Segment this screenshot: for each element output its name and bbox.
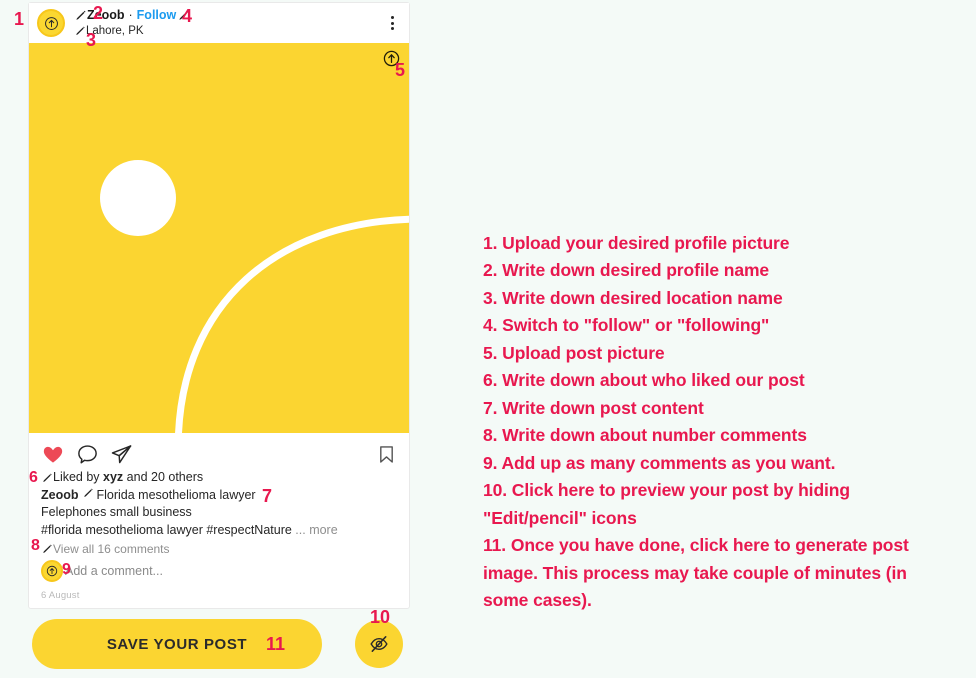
likes-text[interactable]: Liked by xyz and 20 others	[53, 470, 203, 486]
location-name[interactable]: Lahore, PK	[86, 25, 144, 37]
caption-row: Zeoob Florida mesothelioma lawyer	[41, 487, 397, 503]
follow-toggle[interactable]: Follow	[137, 9, 177, 22]
view-all-comments-link[interactable]: View all 16 comments	[53, 542, 170, 556]
eye-slash-icon	[370, 636, 388, 652]
marker-1: 1	[14, 9, 25, 29]
more-options-icon[interactable]	[381, 10, 403, 36]
caption-username: Zeoob	[41, 487, 79, 502]
caption-more-link[interactable]: ... more	[295, 523, 337, 537]
dot	[390, 21, 394, 25]
paper-plane-icon[interactable]	[110, 443, 133, 466]
instruction-item: 6. Write down about who liked our post	[483, 370, 805, 391]
instruction-item: 4. Switch to "follow" or "following"	[483, 315, 770, 336]
upload-circle-icon	[46, 565, 58, 576]
instruction-item: 9. Add up as many comments as you want.	[483, 452, 836, 473]
caption-line-1[interactable]: Florida mesothelioma lawyer	[97, 487, 256, 503]
save-post-button[interactable]: SAVE YOUR POST	[32, 619, 322, 669]
comment-bubble-icon[interactable]	[76, 443, 99, 466]
instruction-item: 3. Write down desired location name	[483, 287, 783, 308]
edit-pencil-icon-follow[interactable]	[177, 9, 190, 22]
post-header: Zeoob · Follow Lahore, PK	[29, 3, 409, 43]
edit-pencil-icon-caption[interactable]	[82, 487, 94, 499]
header-text-block: Zeoob · Follow Lahore, PK	[74, 9, 381, 37]
instruction-item: 11. Once you have done, click here to ge…	[483, 535, 909, 611]
instruction-item: 10. Click here to preview your post by h…	[483, 480, 850, 528]
profile-name-row: Zeoob · Follow	[74, 9, 381, 22]
heart-icon[interactable]	[41, 442, 65, 466]
instruction-item: 1. Upload your desired profile picture	[483, 233, 790, 253]
likes-prefix: Liked by	[53, 470, 104, 484]
post-date: 6 August	[41, 589, 80, 601]
caption-line-2[interactable]: Felephones small business	[41, 504, 397, 521]
instruction-item: 7. Write down post content	[483, 397, 704, 418]
post-image-upload-button[interactable]	[383, 50, 400, 67]
add-comment-input[interactable]: Add a comment...	[65, 564, 163, 578]
dot	[390, 27, 394, 30]
instruction-item: 2. Write down desired profile name	[483, 260, 770, 281]
likes-user: xyz	[103, 470, 124, 484]
post-image[interactable]	[29, 43, 409, 433]
location-row: Lahore, PK	[74, 25, 381, 37]
save-post-label: SAVE YOUR POST	[106, 635, 248, 653]
instruction-item: 8. Write down about number comments	[483, 425, 807, 446]
likes-suffix: and 20 others	[123, 470, 204, 484]
profile-avatar-upload[interactable]	[37, 9, 65, 37]
comment-avatar-upload[interactable]	[41, 559, 63, 582]
profile-name[interactable]: Zeoob	[87, 9, 125, 22]
post-action-bar	[29, 433, 409, 470]
post-meta: Liked by xyz and 20 others Zeoob Florida…	[29, 470, 409, 584]
upload-circle-icon	[44, 16, 58, 30]
likes-row: Liked by xyz and 20 others	[41, 470, 397, 486]
name-separator: ·	[128, 8, 133, 23]
edit-pencil-icon-comments-count[interactable]	[41, 543, 53, 555]
post-preview-card: Zeoob · Follow Lahore, PK Liked by xyz a…	[28, 2, 410, 609]
decorative-white-arc	[175, 215, 409, 433]
instruction-item: 5. Upload post picture	[483, 342, 665, 363]
edit-pencil-icon-name[interactable]	[74, 9, 87, 22]
instructions-list: 1. Upload your desired profile picture 2…	[483, 230, 953, 615]
app-root: Zeoob · Follow Lahore, PK Liked by xyz a…	[0, 0, 976, 678]
view-comments-row: View all 16 comments	[41, 542, 397, 556]
add-comment-row: Add a comment...	[41, 559, 397, 582]
preview-toggle-button[interactable]	[355, 620, 403, 668]
edit-pencil-icon-location[interactable]	[74, 25, 86, 37]
action-icon-group	[41, 442, 376, 466]
edit-pencil-icon-likes[interactable]	[41, 472, 53, 484]
caption-hashtags: #florida mesothelioma lawyer #respectNat…	[41, 522, 292, 537]
dot	[390, 16, 394, 19]
bookmark-icon[interactable]	[376, 443, 397, 466]
caption-line-3[interactable]: #florida mesothelioma lawyer #respectNat…	[41, 522, 397, 539]
